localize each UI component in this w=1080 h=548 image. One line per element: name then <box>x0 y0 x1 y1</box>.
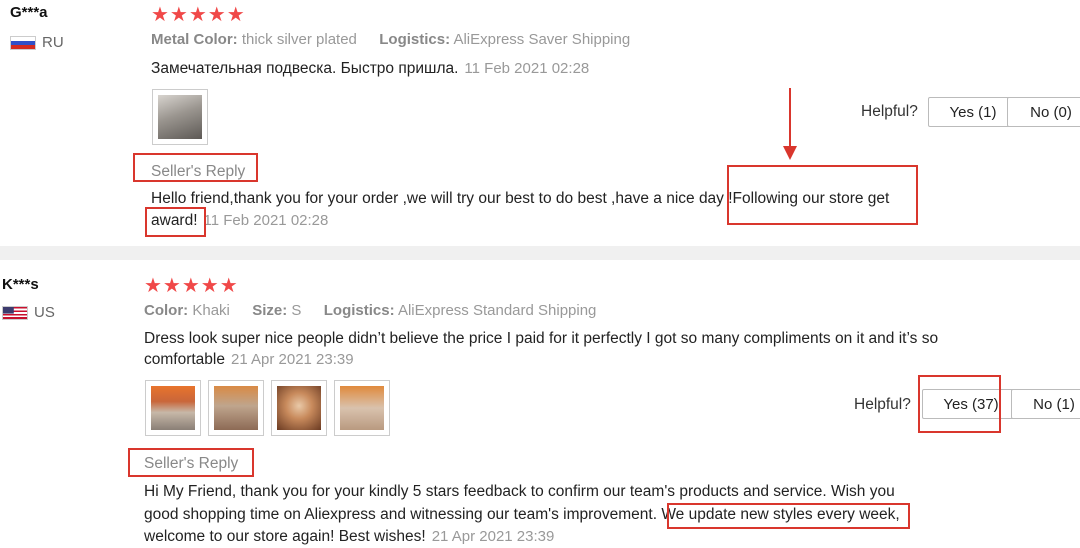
country-code: RU <box>42 34 64 51</box>
review-text-end: comfortable 21 Apr 2021 23:39 <box>144 349 354 371</box>
reply-date: 11 Feb 2021 02:28 <box>203 212 329 229</box>
review-divider <box>0 246 1080 260</box>
attr-value: S <box>291 302 302 319</box>
attr-label: Logistics: <box>379 31 451 48</box>
country-code: US <box>34 304 55 321</box>
review-text: Замечательная подвеска. Быстро пришла. 11… <box>151 58 589 80</box>
usa-flag-icon <box>2 305 28 320</box>
star-rating: ★★★★★ <box>144 275 239 297</box>
attr-label: Color: <box>144 302 189 319</box>
reviewer-country: RU <box>10 34 64 51</box>
photo-image <box>151 386 195 430</box>
reply-fragment: good shopping time on Aliexpress and wit… <box>144 506 658 523</box>
review-photo[interactable] <box>208 380 264 436</box>
review-date: 21 Apr 2021 23:39 <box>230 351 354 368</box>
attr-label: Size: <box>252 302 288 319</box>
reply-fragment: welcome to our store again! Best wishes! <box>144 528 426 545</box>
highlight-box <box>133 153 258 182</box>
review-photo[interactable] <box>152 89 208 145</box>
highlight-box <box>667 503 910 529</box>
highlight-box <box>727 165 918 225</box>
review-body-end: comfortable <box>144 351 225 368</box>
seller-reply-text-line3: welcome to our store again! Best wishes!… <box>144 526 554 548</box>
highlight-box <box>918 375 1001 433</box>
seller-reply-text: Hi My Friend, thank you for your kindly … <box>144 483 895 500</box>
attr-value: AliExpress Standard Shipping <box>397 302 597 319</box>
attr-value: thick silver plated <box>241 31 357 48</box>
helpful-label: Helpful? <box>854 396 911 413</box>
star-rating: ★★★★★ <box>151 4 246 26</box>
annotation-arrow <box>783 88 797 160</box>
helpful-yes-button[interactable]: Yes (1) <box>928 97 1018 127</box>
attr-value: Khaki <box>192 302 230 319</box>
review-attributes: Color: Khaki Size: S Logistics: AliExpre… <box>144 302 596 319</box>
attr-label: Metal Color: <box>151 31 238 48</box>
reviewer-country: US <box>2 304 55 321</box>
review-attributes: Metal Color: thick silver plated Logisti… <box>151 31 630 48</box>
highlight-box <box>128 448 254 477</box>
reviewer-name: K***s <box>2 276 39 293</box>
russia-flag-icon <box>10 35 36 50</box>
helpful-no-button[interactable]: No (0) <box>1007 97 1080 127</box>
reviewer-name: G***a <box>10 4 48 21</box>
review-photo[interactable] <box>334 380 390 436</box>
review-photo[interactable] <box>271 380 327 436</box>
reply-date: 21 Apr 2021 23:39 <box>431 528 555 545</box>
photo-image <box>158 95 202 139</box>
photo-image <box>214 386 258 430</box>
review-photo[interactable] <box>145 380 201 436</box>
helpful-no-button[interactable]: No (1) <box>1011 389 1080 419</box>
review-body: Замечательная подвеска. Быстро пришла. <box>151 60 459 77</box>
highlight-box <box>145 207 206 237</box>
photo-image <box>277 386 321 430</box>
review-date: 11 Feb 2021 02:28 <box>464 60 590 77</box>
photo-image <box>340 386 384 430</box>
review-text: Dress look super nice people didn’t beli… <box>144 330 939 347</box>
attr-value: AliExpress Saver Shipping <box>453 31 631 48</box>
attr-label: Logistics: <box>323 302 395 319</box>
helpful-label: Helpful? <box>861 103 918 120</box>
